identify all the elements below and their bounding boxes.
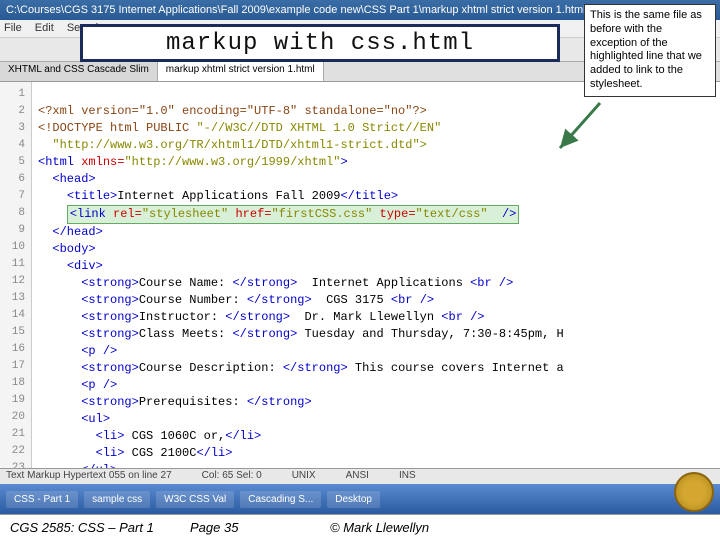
logo-icon [674,472,714,512]
taskbar: CSS - Part 1 sample css W3C CSS Val Casc… [0,484,720,514]
status-enc: ANSI [346,470,369,483]
footer-author: © Mark Llewellyn [330,520,429,535]
task-item[interactable]: Cascading S... [240,491,321,508]
footer-course: CGS 2585: CSS – Part 1 [10,520,190,535]
status-mode: INS [399,470,416,483]
menu-edit[interactable]: Edit [35,22,54,34]
slide-footer: CGS 2585: CSS – Part 1 Page 35 © Mark Ll… [0,514,720,540]
annotation-box: This is the same file as before with the… [584,4,716,97]
tab-1[interactable]: XHTML and CSS Cascade Slim [0,62,158,81]
annotation-text: This is the same file as before with the… [590,9,702,90]
task-item[interactable]: W3C CSS Val [156,491,234,508]
arrow-icon [550,98,610,158]
task-item[interactable]: sample css [84,491,150,508]
tab-2[interactable]: markup xhtml strict version 1.html [158,62,324,81]
overlay-title: markup with css.html [80,24,560,62]
status-bar: Text Markup Hypertext 055 on line 27 Col… [0,468,720,484]
menu-file[interactable]: File [4,22,22,34]
task-item[interactable]: CSS - Part 1 [6,491,78,508]
task-item[interactable]: Desktop [327,491,380,508]
footer-page: Page 35 [190,520,330,535]
code-area[interactable]: <?xml version="1.0" encoding="UTF-8" sta… [32,82,720,468]
status-eol: UNIX [292,470,316,483]
status-col: Col: 65 Sel: 0 [202,470,262,483]
status-pos: Text Markup Hypertext 055 on line 27 [6,470,172,483]
highlighted-line: <link rel="stylesheet" href="firstCSS.cs… [67,205,520,224]
line-gutter: 1234567891011121314151617181920212223242… [0,82,32,468]
editor[interactable]: 1234567891011121314151617181920212223242… [0,82,720,468]
window-title: C:\Courses\CGS 3175 Internet Application… [6,4,615,16]
